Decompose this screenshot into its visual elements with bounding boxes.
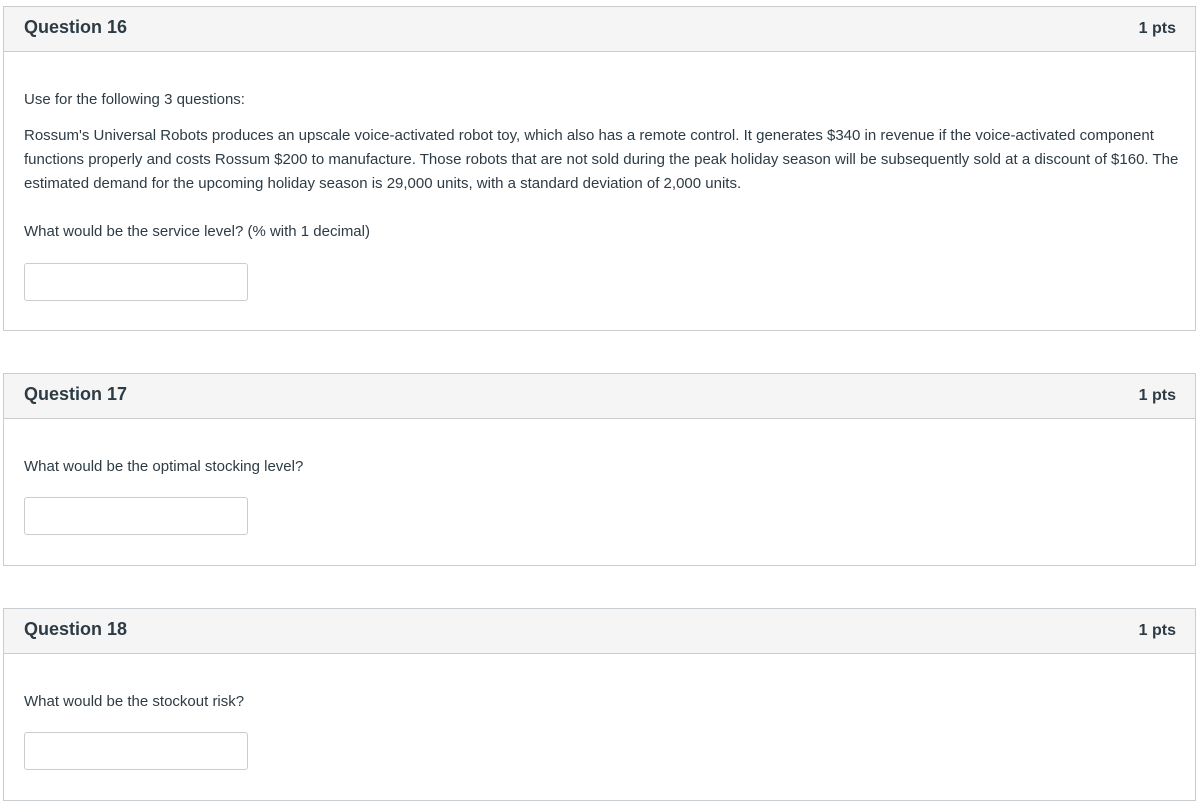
- question-points: 1 pts: [1138, 622, 1176, 639]
- question-header: Question 18 1 pts: [4, 609, 1195, 654]
- question-intro: Use for the following 3 questions:: [24, 91, 245, 108]
- answer-input[interactable]: [24, 732, 248, 770]
- question-header: Question 16 1 pts: [4, 7, 1195, 52]
- question-16: Question 16 1 pts Use for the following …: [3, 6, 1196, 331]
- question-title: Question 18: [24, 619, 128, 639]
- question-17: Question 17 1 pts What would be the opti…: [3, 373, 1196, 566]
- question-title: Question 16: [24, 17, 128, 37]
- question-header: Question 17 1 pts: [4, 374, 1195, 419]
- answer-input[interactable]: [24, 263, 248, 301]
- answer-input[interactable]: [24, 497, 248, 535]
- question-prompt: What would be the stockout risk?: [24, 693, 245, 710]
- question-prompt: What would be the optimal stocking level…: [24, 458, 304, 475]
- question-18: Question 18 1 pts What would be the stoc…: [3, 608, 1196, 801]
- question-points: 1 pts: [1138, 20, 1176, 37]
- question-title: Question 17: [24, 384, 128, 404]
- question-scenario: Rossum's Universal Robots produces an up…: [24, 127, 1179, 192]
- question-points: 1 pts: [1138, 387, 1176, 404]
- question-prompt: What would be the service level? (% with…: [24, 223, 370, 240]
